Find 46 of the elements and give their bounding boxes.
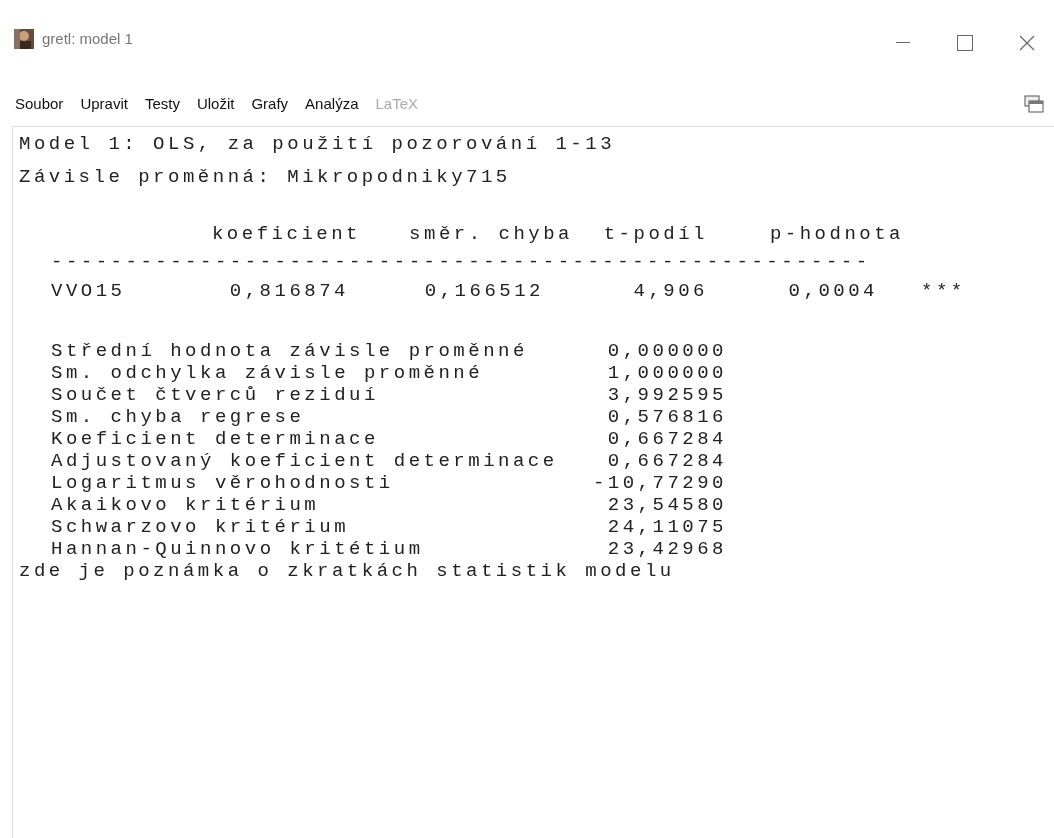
stat-label: Hannan-Quinnovo kritétium bbox=[51, 538, 425, 560]
table-rule: ------------------------------------------------------- bbox=[51, 251, 871, 273]
stat-value: 23,42968 bbox=[606, 538, 727, 560]
maximize-icon bbox=[957, 35, 973, 51]
menu-item[interactable]: Uložit bbox=[196, 92, 235, 116]
app-icon bbox=[14, 29, 34, 49]
stat-label: Akaikovo kritérium bbox=[51, 494, 321, 516]
menu-item[interactable]: Analýza bbox=[305, 92, 359, 116]
menu-item[interactable]: Upravit bbox=[80, 92, 128, 116]
stat-label: Sm. odchylka závisle proměnné bbox=[51, 362, 485, 384]
stat-label: Sm. chyba regrese bbox=[51, 406, 306, 428]
stat-value: 24,11075 bbox=[606, 516, 727, 538]
menu-item[interactable]: Grafy bbox=[251, 92, 289, 116]
variable-name: VVO15 bbox=[51, 280, 127, 302]
stat-value: 23,54580 bbox=[606, 494, 727, 516]
table-cell-text: 4,906 bbox=[632, 280, 708, 302]
column-header: směr. chyba bbox=[408, 223, 573, 245]
stat-label: Schwarzovo kritérium bbox=[51, 516, 351, 538]
output-note: zde je poznámka o zkratkách statistik modelu bbox=[19, 560, 675, 582]
minimize-icon bbox=[896, 42, 910, 44]
table-cell-text: 0,0004 bbox=[787, 280, 879, 302]
column-header: koeficient bbox=[210, 223, 361, 245]
output-line: Závisle proměnná: Mikropodniky715 bbox=[19, 166, 512, 188]
stat-label: Střední hodnota závisle proměnné bbox=[51, 340, 529, 362]
table-cell-text: 0,166512 bbox=[423, 280, 545, 302]
menu-item[interactable]: Testy bbox=[144, 92, 180, 116]
column-header: p-hodnota bbox=[768, 223, 904, 245]
stat-label: Koeficient determinace bbox=[51, 428, 380, 450]
close-icon bbox=[1019, 35, 1035, 51]
stat-value: 0,000000 bbox=[606, 340, 727, 362]
window-title: gretl: model 1 bbox=[42, 29, 133, 49]
stat-label: Součet čtverců reziduí bbox=[51, 384, 380, 406]
table-cell-text: 0,816874 bbox=[228, 280, 350, 302]
stat-value: 0,576816 bbox=[606, 406, 727, 428]
menu-item[interactable]: Soubor bbox=[15, 92, 64, 116]
stat-value: -10,77290 bbox=[591, 472, 727, 494]
output-line: Model 1: OLS, za použití pozorování 1-13 bbox=[19, 133, 617, 155]
stat-value: 1,000000 bbox=[606, 362, 727, 384]
stat-value: 0,667284 bbox=[606, 428, 727, 450]
stat-value: 0,667284 bbox=[606, 450, 727, 472]
significance-stars: *** bbox=[921, 280, 966, 302]
windows-icon[interactable] bbox=[1024, 95, 1044, 113]
stat-label: Adjustovaný koeficient determinace bbox=[51, 450, 559, 472]
stat-value: 3,992595 bbox=[606, 384, 727, 406]
stat-label: Logaritmus věrohodnosti bbox=[51, 472, 395, 494]
column-header: t-podíl bbox=[602, 223, 708, 245]
